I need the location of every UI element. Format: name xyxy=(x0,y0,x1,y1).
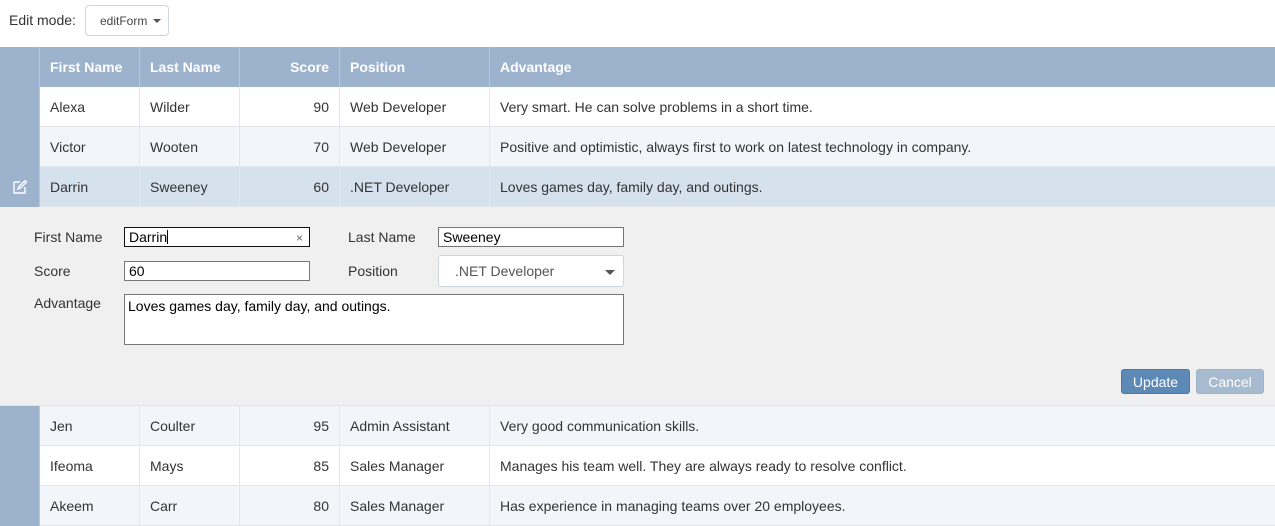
first-name-label: First Name xyxy=(34,229,103,245)
position-dropdown[interactable]: .NET Developer xyxy=(438,255,624,287)
edit-pencil-icon[interactable] xyxy=(12,179,28,195)
column-header-first-name[interactable]: First Name xyxy=(40,47,140,87)
last-name-label: Last Name xyxy=(348,229,416,245)
row-command-cell[interactable] xyxy=(0,446,40,486)
clear-x-icon[interactable]: × xyxy=(296,229,303,247)
header-command-cell xyxy=(0,47,40,87)
cell-score: 60 xyxy=(240,167,340,207)
score-label: Score xyxy=(34,263,71,279)
cell-score: 95 xyxy=(240,406,340,446)
cell-score: 90 xyxy=(240,87,340,127)
cell-advantage: Has experience in managing teams over 20… xyxy=(500,498,846,514)
text-cursor xyxy=(167,230,169,244)
cell-first-name: Alexa xyxy=(40,87,140,127)
position-value: .NET Developer xyxy=(455,263,555,279)
row-command-cell[interactable] xyxy=(0,486,40,526)
column-header-advantage[interactable]: Advantage xyxy=(490,47,1275,87)
score-input[interactable]: 60 xyxy=(124,261,310,281)
table-row[interactable]: Alexa Wilder 90 Web Developer Very smart… xyxy=(0,87,1275,127)
column-header-position[interactable]: Position xyxy=(340,47,490,87)
data-grid: First Name Last Name Score Position Adva… xyxy=(0,47,1275,526)
cell-first-name: Ifeoma xyxy=(40,446,140,486)
cell-advantage: Positive and optimistic, always first to… xyxy=(500,139,972,155)
row-command-cell[interactable] xyxy=(0,87,40,127)
chevron-down-icon xyxy=(153,19,161,23)
advantage-value: Loves games day, family day, and outings… xyxy=(128,298,391,314)
cancel-button[interactable]: Cancel xyxy=(1196,369,1264,394)
cell-last-name: Coulter xyxy=(140,406,240,446)
table-row[interactable]: Jen Coulter 95 Admin Assistant Very good… xyxy=(0,406,1275,446)
column-header-last-name[interactable]: Last Name xyxy=(140,47,240,87)
table-row[interactable]: Ifeoma Mays 85 Sales Manager Manages his… xyxy=(0,446,1275,486)
cell-advantage: Very smart. He can solve problems in a s… xyxy=(500,99,813,115)
cell-first-name: Jen xyxy=(40,406,140,446)
cell-position: Admin Assistant xyxy=(340,406,490,446)
grid-header-row: First Name Last Name Score Position Adva… xyxy=(0,47,1275,87)
last-name-value: Sweeney xyxy=(443,229,501,245)
column-header-score[interactable]: Score xyxy=(240,47,340,87)
cell-last-name: Wooten xyxy=(140,127,240,167)
edit-form-panel: First Name Darrin × Last Name Sweeney Sc… xyxy=(0,207,1275,406)
row-command-cell[interactable] xyxy=(0,167,40,207)
row-command-cell[interactable] xyxy=(0,406,40,446)
last-name-input[interactable]: Sweeney xyxy=(438,227,624,247)
toolbar: Edit mode: editForm xyxy=(0,0,1275,47)
cell-position: Sales Manager xyxy=(340,486,490,526)
cell-score: 70 xyxy=(240,127,340,167)
cell-last-name: Mays xyxy=(140,446,240,486)
update-button[interactable]: Update xyxy=(1121,369,1190,394)
edit-mode-label: Edit mode: xyxy=(9,12,76,28)
cell-last-name: Sweeney xyxy=(140,167,240,207)
table-row-editing[interactable]: Darrin Sweeney 60 .NET Developer Loves g… xyxy=(0,167,1275,207)
cell-first-name: Victor xyxy=(40,127,140,167)
row-command-cell[interactable] xyxy=(0,127,40,167)
edit-mode-value: editForm xyxy=(100,14,148,28)
cell-first-name: Darrin xyxy=(40,167,140,207)
advantage-label: Advantage xyxy=(34,295,101,311)
table-row[interactable]: Akeem Carr 80 Sales Manager Has experien… xyxy=(0,486,1275,526)
advantage-textarea[interactable]: Loves games day, family day, and outings… xyxy=(124,294,624,345)
edit-mode-dropdown[interactable]: editForm xyxy=(85,5,169,36)
cell-score: 80 xyxy=(240,486,340,526)
cell-score: 85 xyxy=(240,446,340,486)
score-value: 60 xyxy=(129,263,145,279)
cell-last-name: Carr xyxy=(140,486,240,526)
cell-position: Sales Manager xyxy=(340,446,490,486)
cell-position: Web Developer xyxy=(340,127,490,167)
cell-advantage: Loves games day, family day, and outings… xyxy=(500,179,763,195)
position-label: Position xyxy=(348,263,398,279)
cell-last-name: Wilder xyxy=(140,87,240,127)
cell-advantage: Very good communication skills. xyxy=(500,418,700,434)
cell-position: Web Developer xyxy=(340,87,490,127)
chevron-down-icon xyxy=(605,270,615,275)
first-name-value: Darrin xyxy=(129,229,168,245)
cell-first-name: Akeem xyxy=(40,486,140,526)
table-row[interactable]: Victor Wooten 70 Web Developer Positive … xyxy=(0,127,1275,167)
first-name-input[interactable]: Darrin × xyxy=(124,227,310,247)
cell-position: .NET Developer xyxy=(340,167,490,207)
cell-advantage: Manages his team well. They are always r… xyxy=(500,458,907,474)
